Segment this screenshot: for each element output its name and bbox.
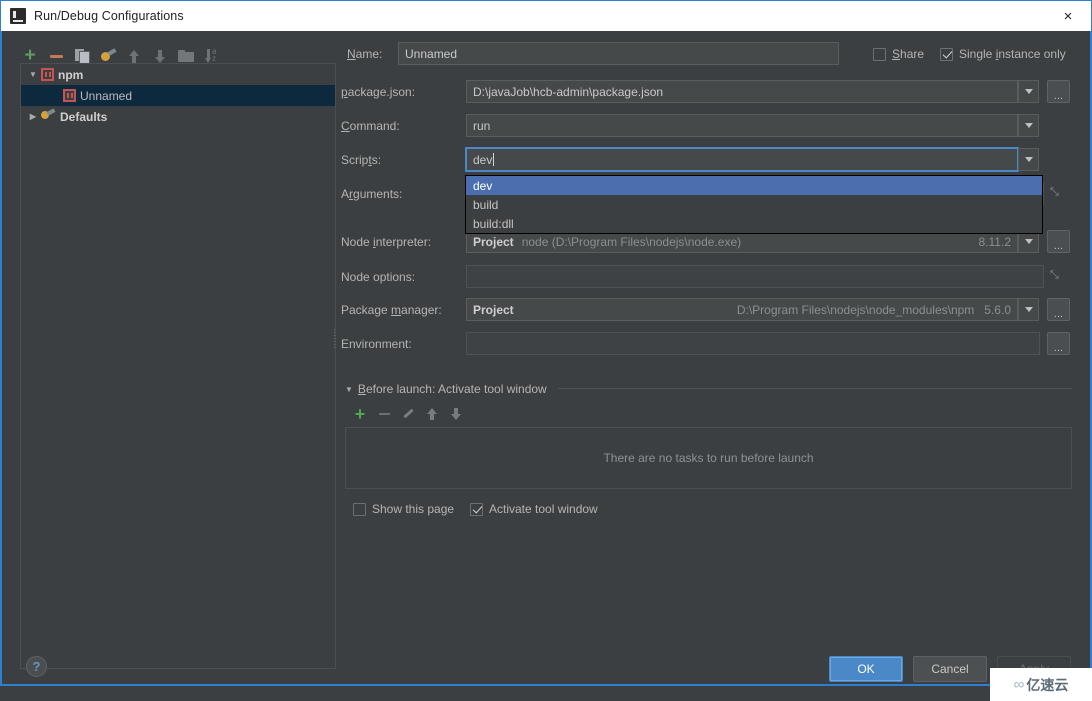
configuration-form: Name: Unnamed Share Single instance only… [2, 31, 1092, 686]
show-this-page-checkbox[interactable]: Show this page [353, 502, 454, 516]
share-label: Share [892, 47, 925, 61]
package-json-dropdown-arrow[interactable] [1018, 80, 1039, 103]
show-this-page-label: Show this page [372, 502, 455, 516]
remove-task-button[interactable] [376, 406, 392, 422]
expand-arguments-icon[interactable]: ⤡ [1050, 186, 1063, 199]
package-json-input[interactable]: D:\javaJob\hcb-admin\package.json [466, 80, 1018, 103]
command-value: run [473, 118, 491, 133]
node-options-input[interactable] [466, 265, 1044, 288]
package-manager-label: Package manager: [341, 303, 442, 317]
scripts-value: dev [473, 152, 493, 167]
package-json-browse-button[interactable]: ... [1047, 80, 1070, 103]
help-button[interactable]: ? [26, 656, 47, 677]
intellij-idea-icon [10, 8, 26, 24]
share-checkbox[interactable]: Share [873, 47, 924, 61]
before-launch-toolbar: + [352, 403, 464, 424]
move-task-down-button[interactable] [448, 406, 464, 422]
environment-input[interactable] [466, 332, 1040, 355]
node-interpreter-browse-button[interactable]: ... [1047, 230, 1070, 253]
environment-browse-button[interactable]: ... [1047, 332, 1070, 355]
package-json-value: D:\javaJob\hcb-admin\package.json [473, 84, 664, 99]
package-manager-scope: Project [473, 302, 514, 317]
expand-node-options-icon[interactable]: ⤡ [1050, 269, 1063, 282]
cancel-button[interactable]: Cancel [913, 656, 987, 682]
browse-label: ... [1053, 342, 1064, 354]
ok-label: OK [857, 662, 875, 676]
activate-tool-window-label: Activate tool window [489, 502, 598, 516]
before-launch-title: Before launch: Activate tool window [357, 382, 547, 396]
ok-button[interactable]: OK [829, 656, 903, 682]
dropdown-option-build[interactable]: build [466, 195, 1042, 214]
section-divider [558, 388, 1072, 389]
package-manager-browse-button[interactable]: ... [1047, 298, 1070, 321]
package-json-label: package.json: [341, 85, 416, 99]
package-manager-input[interactable]: Project D:\Program Files\nodejs\node_mod… [466, 298, 1018, 321]
watermark: ∞ 亿速云 [990, 668, 1092, 701]
dropdown-option-label: build:dll [473, 216, 514, 231]
dropdown-option-label: dev [473, 178, 493, 193]
name-label: Name: [347, 47, 383, 61]
arguments-label: Arguments: [341, 187, 403, 201]
node-interpreter-label: Node interpreter: [341, 235, 432, 249]
node-interpreter-scope: Project [473, 234, 514, 249]
before-launch-header[interactable]: ▼ Before launch: Activate tool window [345, 382, 547, 396]
dropdown-option-label: build [473, 197, 499, 212]
empty-tasks-message: There are no tasks to run before launch [603, 451, 814, 465]
checkbox-box [873, 47, 886, 61]
pencil-icon [402, 408, 415, 421]
text-caret [493, 153, 495, 166]
checkbox-box [940, 47, 953, 61]
package-manager-version: 5.6.0 [984, 302, 1011, 317]
scripts-dropdown-popup[interactable]: dev build build:dll [465, 175, 1043, 234]
package-manager-value: D:\Program Files\nodejs\node_modules\npm [736, 302, 975, 317]
dropdown-option-build-dll[interactable]: build:dll [466, 214, 1042, 233]
checkbox-box [353, 502, 366, 516]
watermark-text: 亿速云 [1026, 676, 1069, 693]
single-instance-checkbox[interactable]: Single instance only [940, 47, 1066, 61]
activate-tool-window-checkbox[interactable]: Activate tool window [470, 502, 598, 516]
command-label: Command: [341, 119, 400, 133]
scripts-dropdown-arrow[interactable] [1018, 148, 1039, 171]
edit-task-button[interactable] [400, 406, 416, 422]
before-launch-tasks-list[interactable]: There are no tasks to run before launch [345, 427, 1072, 489]
command-dropdown-arrow[interactable] [1018, 114, 1039, 137]
command-input[interactable]: run [466, 114, 1018, 137]
scripts-label: Scripts: [341, 153, 382, 167]
drag-grip[interactable] [333, 328, 337, 350]
cancel-label: Cancel [931, 662, 969, 676]
move-task-up-button[interactable] [424, 406, 440, 422]
node-options-label: Node options: [341, 270, 416, 284]
browse-label: ... [1053, 240, 1064, 252]
help-label: ? [32, 659, 41, 674]
window-title: Run/Debug Configurations [34, 9, 184, 23]
name-input-value: Unnamed [405, 46, 458, 61]
name-input[interactable]: Unnamed [398, 42, 839, 65]
browse-label: ... [1053, 308, 1064, 320]
plus-icon: + [354, 403, 366, 424]
single-instance-label: Single instance only [959, 47, 1066, 61]
dropdown-option-dev[interactable]: dev [466, 176, 1042, 195]
minus-icon [378, 413, 390, 415]
watermark-logo-icon: ∞ [1013, 676, 1025, 693]
checkbox-box [470, 502, 483, 516]
add-task-button[interactable]: + [352, 403, 368, 424]
package-manager-dropdown-arrow[interactable] [1018, 298, 1039, 321]
run-debug-configurations-dialog: Run/Debug Configurations × + az ▼ npm Un… [0, 0, 1092, 701]
scripts-input[interactable]: dev [465, 147, 1019, 172]
arrow-up-icon [427, 408, 437, 420]
browse-label: ... [1053, 90, 1064, 102]
arrow-down-icon [451, 408, 461, 420]
close-icon[interactable]: × [1045, 1, 1091, 31]
chevron-down-icon[interactable]: ▼ [345, 385, 353, 394]
dialog-body: + az ▼ npm Unnamed ▶ Defaults Name: Unna… [0, 31, 1092, 686]
title-bar: Run/Debug Configurations × [0, 0, 1092, 31]
node-interpreter-value: node (D:\Program Files\nodejs\node.exe) [521, 234, 742, 249]
environment-label: Environment: [341, 337, 412, 351]
node-interpreter-version: 8.11.2 [978, 234, 1011, 249]
